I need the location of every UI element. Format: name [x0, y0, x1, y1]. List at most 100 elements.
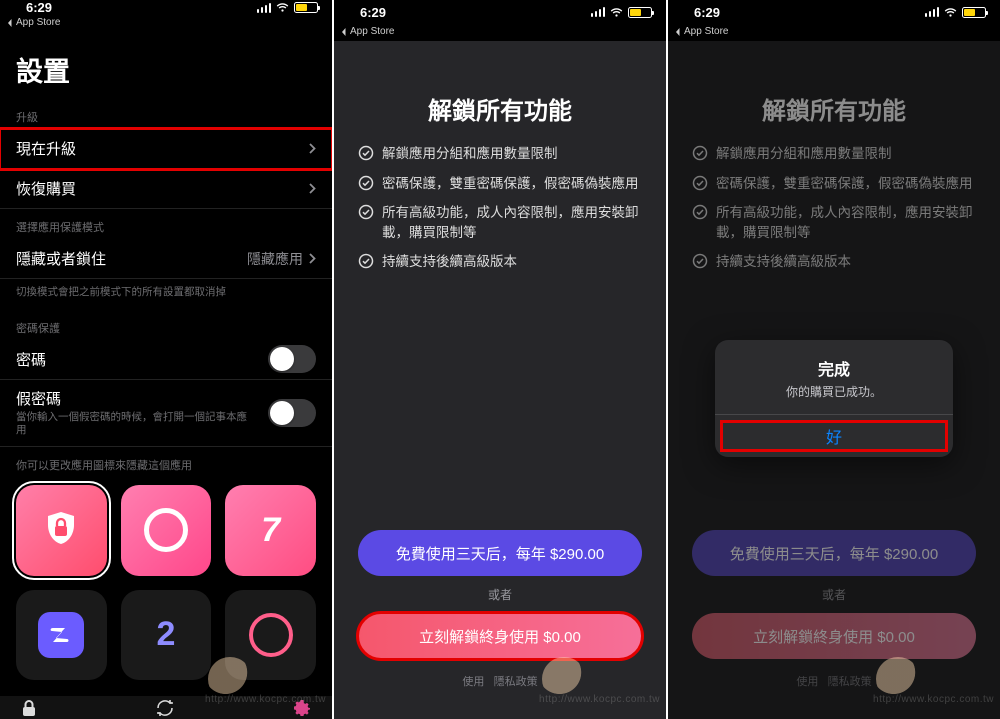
cta-area: 免費使用三天后，每年 $290.00 或者 立刻解鎖終身使用 $0.00 使用 …: [334, 530, 666, 689]
status-time: 6:29: [694, 5, 720, 20]
cellular-icon: [591, 7, 606, 17]
footer-links[interactable]: 使用 隱私政策: [692, 673, 976, 689]
alert-message: 你的購買已成功。: [729, 383, 939, 400]
ring-icon: [144, 508, 188, 552]
mode-footnote: 切換模式會把之前模式下的所有設置都取消掉: [0, 279, 332, 310]
status-bar: 6:29: [668, 0, 1000, 24]
status-bar: 6:29: [334, 0, 666, 24]
disguise-icon-circle[interactable]: [225, 590, 316, 681]
lock-icon[interactable]: [20, 699, 38, 717]
check-icon: [358, 204, 374, 220]
section-passcode-label: 密碼保護: [0, 310, 332, 340]
feature-text: 解鎖應用分組和應用數量限制: [716, 144, 892, 164]
free-trial-button[interactable]: 免費使用三天后，每年 $290.00: [692, 530, 976, 576]
lifetime-unlock-button[interactable]: 立刻解鎖終身使用 $0.00: [358, 613, 642, 659]
check-icon: [692, 204, 708, 220]
feature-item: 解鎖應用分組和應用數量限制: [692, 144, 976, 164]
feature-item: 密碼保護，雙重密碼保護，假密碼偽裝應用: [692, 174, 976, 194]
feature-item: 持續支持後續高級版本: [692, 252, 976, 272]
upgrade-now-label: 現在升級: [16, 138, 76, 159]
back-to-appstore[interactable]: App Store: [0, 15, 332, 32]
check-icon: [358, 253, 374, 269]
unlock-title: 解鎖所有功能: [668, 91, 1000, 126]
back-label: App Store: [684, 26, 728, 37]
feature-item: 密碼保護，雙重密碼保護，假密碼偽裝應用: [358, 174, 642, 194]
status-time: 6:29: [26, 0, 52, 15]
back-to-appstore[interactable]: App Store: [668, 24, 1000, 41]
screen-unlock-success: 6:29 App Store 解鎖所有功能 解鎖應用分組和應用數量限制 密碼保護…: [668, 0, 1000, 719]
digit-seven: 7: [261, 511, 280, 550]
battery-icon: [628, 7, 652, 18]
cellular-icon: [257, 3, 272, 13]
circle-icon: [249, 613, 293, 657]
chevron-left-icon: [340, 28, 348, 36]
z-logo-icon: [38, 612, 84, 658]
gear-icon[interactable]: [292, 698, 312, 718]
chevron-left-icon: [674, 28, 682, 36]
battery-icon: [294, 2, 318, 13]
unlock-panel: 解鎖所有功能 解鎖應用分組和應用數量限制 密碼保護，雙重密碼保護，假密碼偽裝應用…: [334, 41, 666, 719]
footer-links[interactable]: 使用 隱私政策: [358, 673, 642, 689]
cellular-icon: [925, 7, 940, 17]
feature-text: 密碼保護，雙重密碼保護，假密碼偽裝應用: [382, 174, 639, 194]
disguise-icon-two[interactable]: 2: [121, 590, 212, 681]
feature-item: 解鎖應用分組和應用數量限制: [358, 144, 642, 164]
bottom-bar: [0, 696, 332, 719]
purchase-success-alert: 完成 你的購買已成功。 好: [715, 340, 953, 457]
mode-label: 隱藏或者鎖住: [16, 248, 106, 269]
check-icon: [358, 145, 374, 161]
feature-item: 所有高級功能，成人內容限制，應用安裝卸載，購買限制等: [358, 203, 642, 242]
restore-purchase-row[interactable]: 恢復購買: [0, 169, 332, 209]
section-mode-label: 選擇應用保護模式: [0, 209, 332, 239]
wifi-icon: [943, 7, 958, 18]
feature-text: 持續支持後續高級版本: [382, 252, 517, 272]
fakecode-label: 假密碼: [16, 388, 61, 409]
screen-unlock: 6:29 App Store 解鎖所有功能 解鎖應用分組和應用數量限制 密碼保護…: [334, 0, 666, 719]
disguise-icon-z[interactable]: [16, 590, 107, 681]
section-disguise-label: 你可以更改應用圖標來隱藏這個應用: [0, 447, 332, 477]
sync-icon[interactable]: [155, 698, 175, 718]
chevron-left-icon: [6, 19, 14, 27]
disguise-icon-grid: 7 2: [0, 477, 332, 696]
alert-ok-button[interactable]: 好: [715, 415, 953, 457]
fakecode-row[interactable]: 假密碼 當你輸入一個假密碼的時候，會打開一個記事本應用: [0, 380, 332, 447]
back-to-appstore[interactable]: App Store: [334, 24, 666, 41]
passcode-label: 密碼: [16, 349, 46, 370]
restore-purchase-label: 恢復購買: [16, 178, 76, 199]
cta-area: 免費使用三天后，每年 $290.00 或者 立刻解鎖終身使用 $0.00 使用 …: [668, 530, 1000, 689]
status-indicators: [257, 2, 319, 13]
passcode-toggle[interactable]: [268, 345, 316, 373]
unlock-title: 解鎖所有功能: [334, 91, 666, 126]
fakecode-toggle[interactable]: [268, 399, 316, 427]
free-trial-button[interactable]: 免費使用三天后，每年 $290.00: [358, 530, 642, 576]
chevron-right-icon: [309, 143, 316, 154]
check-icon: [692, 175, 708, 191]
feature-item: 所有高級功能，成人內容限制，應用安裝卸載，購買限制等: [692, 203, 976, 242]
status-indicators: [591, 7, 653, 18]
status-bar: 6:29: [0, 0, 332, 15]
upgrade-now-row[interactable]: 現在升級: [0, 129, 332, 169]
feature-item: 持續支持後續高級版本: [358, 252, 642, 272]
or-label: 或者: [692, 586, 976, 603]
status-time: 6:29: [360, 5, 386, 20]
feature-text: 解鎖應用分組和應用數量限制: [382, 144, 558, 164]
chevron-right-icon: [309, 183, 316, 194]
disguise-icon-ring[interactable]: [121, 485, 212, 576]
mode-row[interactable]: 隱藏或者鎖住 隱藏應用: [0, 239, 332, 279]
disguise-icon-shield[interactable]: [16, 485, 107, 576]
alert-title: 完成: [729, 356, 939, 380]
feature-list: 解鎖應用分組和應用數量限制 密碼保護，雙重密碼保護，假密碼偽裝應用 所有高級功能…: [668, 144, 1000, 272]
disguise-icon-seven[interactable]: 7: [225, 485, 316, 576]
lifetime-unlock-button[interactable]: 立刻解鎖終身使用 $0.00: [692, 613, 976, 659]
screen-settings: 6:29 App Store 設置 升級 現在升級 恢復購買 選擇應用保護模式 …: [0, 0, 332, 719]
feature-text: 密碼保護，雙重密碼保護，假密碼偽裝應用: [716, 174, 973, 194]
back-label: App Store: [16, 17, 60, 28]
wifi-icon: [275, 2, 290, 13]
passcode-row[interactable]: 密碼: [0, 340, 332, 380]
shield-lock-icon: [40, 509, 82, 551]
check-icon: [692, 253, 708, 269]
check-icon: [692, 145, 708, 161]
digit-two: 2: [157, 615, 176, 654]
feature-text: 持續支持後續高級版本: [716, 252, 851, 272]
chevron-right-icon: [309, 253, 316, 264]
